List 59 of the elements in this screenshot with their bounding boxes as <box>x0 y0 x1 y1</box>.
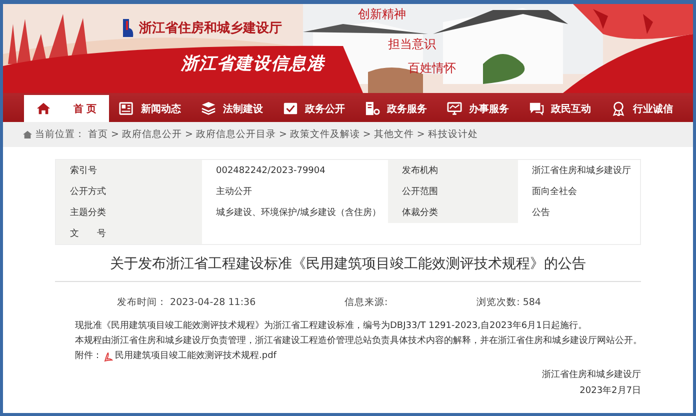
portal-name: 浙江省建设信息港 <box>181 53 325 75</box>
layers-icon <box>201 101 216 116</box>
breadcrumb-separator: > <box>278 129 287 140</box>
table-cell-text: 002482242/2023-79904 <box>215 164 326 178</box>
table-cell-text: 公告 <box>531 206 551 220</box>
slogan: 创新精神 <box>358 6 406 23</box>
table-cell-text: 主动公开 <box>215 186 253 199</box>
attachment-label: 附件： <box>75 350 102 363</box>
newspaper-icon <box>119 101 134 116</box>
nav-tab[interactable]: 办事服务 <box>437 95 519 122</box>
breadcrumb-link[interactable]: 政策文件及解读 <box>290 128 360 141</box>
breadcrumb-link[interactable]: 政府信息公开目录 <box>196 128 276 141</box>
table-label: 公开范围 <box>388 181 518 202</box>
award-ribbon-icon <box>611 101 626 116</box>
table-cell-text: 城乡建设、环境保护/城乡建设（含住房） <box>215 206 382 220</box>
checked-document-icon <box>283 101 298 116</box>
nav-tab[interactable]: 法制建设 <box>191 95 273 122</box>
signature-line: 浙江省住房和城乡建设厅 <box>542 368 641 382</box>
table-label: 文 号 <box>56 223 202 244</box>
paragraph: 现批准《民用建筑项目竣工能效测评技术规程》为浙江省工程建设标准，编号为DBJ33/T 1291-2023,自2023年6月1日起施行。 <box>75 320 588 333</box>
nav-tab[interactable]: 首 页 <box>24 95 109 122</box>
article-meta: 浏览次数: 584 <box>476 296 541 309</box>
breadcrumb-link[interactable]: 首页 <box>88 128 108 141</box>
home-icon <box>36 101 52 116</box>
breadcrumb-separator: > <box>416 129 425 140</box>
server-gear-icon <box>365 101 380 116</box>
nav-tab[interactable]: 政务服务 <box>355 95 437 122</box>
nav-tab[interactable]: 行业诚信 <box>601 95 683 122</box>
breadcrumb-label: 当前位置： <box>35 128 85 141</box>
breadcrumb-link[interactable]: 科技设计处 <box>428 128 478 141</box>
table-label: 索引号 <box>56 160 202 181</box>
attachment-link[interactable]: 民用建筑项目竣工能效测评技术规程.pdf <box>115 349 276 364</box>
logo-icon <box>121 18 135 38</box>
table-label: 公开方式 <box>56 181 202 202</box>
signature-line: 2023年2月7日 <box>580 384 641 398</box>
article-meta: 发布时间： 2023-04-28 11:36 <box>117 296 256 309</box>
table-cell-text: 浙江省住房和城乡建设厅 <box>531 164 632 178</box>
article-meta: 信息来源: <box>344 296 388 309</box>
nav-tab[interactable]: 政务公开 <box>273 95 355 122</box>
monitor-icon <box>447 101 462 116</box>
table-cell-text: 面向全社会 <box>531 186 578 199</box>
article-title: 关于发布浙江省工程建设标准《民用建筑项目竣工能效测评技术规程》的公告 <box>55 245 641 282</box>
pdf-icon <box>104 352 113 362</box>
slogan: 担当意识 <box>388 36 436 53</box>
nav-tab[interactable]: 政民互动 <box>519 95 601 122</box>
breadcrumb-separator: > <box>362 129 371 140</box>
home-icon <box>23 130 32 139</box>
agency-name: 浙江省住房和城乡建设厅 <box>139 20 282 37</box>
breadcrumb-separator: > <box>111 129 119 140</box>
table-label: 发布机构 <box>388 160 518 181</box>
breadcrumb-separator: > <box>184 129 193 140</box>
breadcrumb-link[interactable]: 政府信息公开 <box>122 128 182 141</box>
chat-icon <box>529 101 544 116</box>
table-label: 体裁分类 <box>388 202 518 223</box>
breadcrumb-link[interactable]: 其他文件 <box>374 128 414 141</box>
paragraph: 本规程由浙江省住房和城乡建设厅负责管理，浙江省建设工程造价管理总站负责具体技术内容的解释，并在浙江省住房和城乡建设厅网站公开。 <box>75 334 641 348</box>
nav-tab[interactable]: 新闻动态 <box>109 95 191 122</box>
table-label: 主题分类 <box>56 202 202 223</box>
slogan: 百姓情怀 <box>408 60 456 77</box>
